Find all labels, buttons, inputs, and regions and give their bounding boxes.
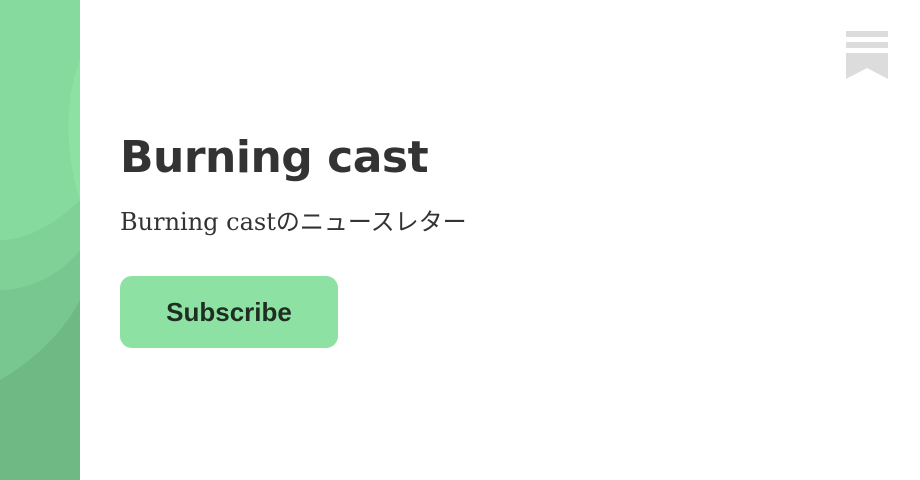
cover-art-shapes xyxy=(0,0,80,480)
publication-info: Burning cast Burning castのニュースレター xyxy=(120,130,820,242)
logo-bar-middle xyxy=(846,42,888,48)
logo-ribbon xyxy=(846,53,888,79)
subscribe-button[interactable]: Subscribe xyxy=(120,276,338,348)
logo-bar-top xyxy=(846,31,888,37)
publication-subtitle: Burning castのニュースレター xyxy=(120,208,467,236)
substack-bookmark-icon[interactable] xyxy=(846,31,888,79)
publication-card: Burning cast Burning castのニュースレター Subscr… xyxy=(0,0,920,480)
logo-shape xyxy=(846,31,888,79)
cover-art-strip xyxy=(0,0,80,480)
publication-title: Burning cast xyxy=(120,132,429,183)
